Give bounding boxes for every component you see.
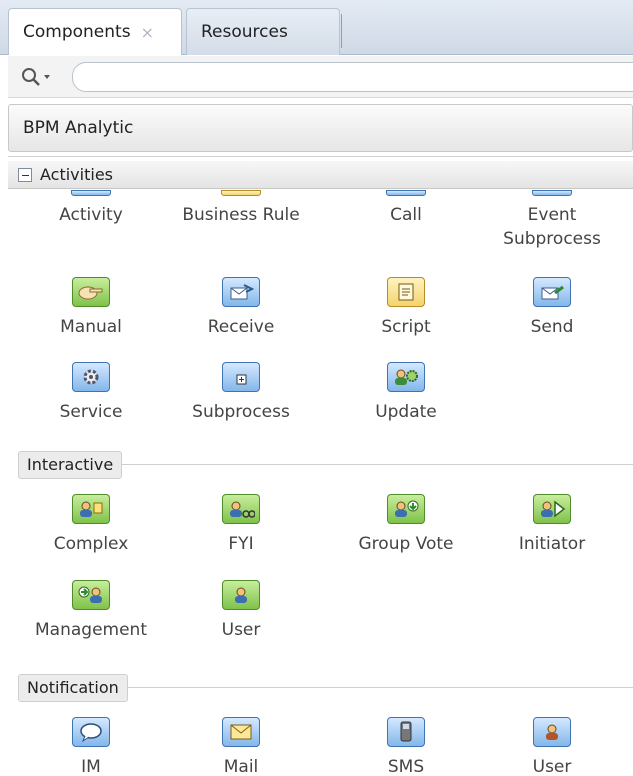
- mail-icon: [222, 717, 260, 747]
- search-input[interactable]: [72, 62, 633, 92]
- tab-components-label: Components: [23, 22, 131, 42]
- phone-icon: [387, 717, 425, 747]
- tab-components[interactable]: Components ×: [8, 8, 182, 55]
- update-user-icon: [387, 362, 425, 392]
- script-icon: [387, 277, 425, 307]
- palette-item-notify-user[interactable]: User: [477, 717, 627, 776]
- palette-item-event-subprocess[interactable]: Event Subprocess: [477, 195, 627, 251]
- palette-selector-value: BPM Analytic: [23, 118, 134, 138]
- item-label: Initiator: [518, 534, 586, 554]
- chat-bubble-icon: [72, 717, 110, 747]
- item-label: Send: [530, 317, 574, 337]
- item-label: Receive: [207, 317, 275, 337]
- palette-item-script[interactable]: Script: [331, 277, 481, 339]
- item-label: User: [221, 620, 261, 640]
- palette-item-update[interactable]: Update: [331, 362, 481, 424]
- item-label: SMS: [387, 757, 425, 776]
- search-icon: [22, 68, 50, 86]
- tab-bar: Components × Resources: [0, 0, 633, 55]
- tab-resources-label: Resources: [201, 22, 288, 42]
- tab-separator: [341, 14, 342, 48]
- palette-item-receive[interactable]: Receive: [166, 277, 316, 339]
- close-icon[interactable]: ×: [141, 23, 154, 42]
- collapse-icon[interactable]: [18, 167, 32, 182]
- palette-item-activity[interactable]: Activity: [16, 195, 166, 227]
- item-label: Management: [35, 620, 147, 640]
- item-label: Call: [390, 205, 422, 225]
- item-label: User: [532, 757, 572, 776]
- management-icon: [72, 580, 110, 610]
- palette-item-group-vote[interactable]: Group Vote: [331, 494, 481, 556]
- category-label: Notification: [27, 678, 119, 697]
- item-label: Complex: [53, 534, 129, 554]
- receive-envelope-icon: [222, 277, 260, 307]
- item-label: Event Subprocess: [503, 205, 601, 249]
- category-interactive: Interactive: [18, 451, 123, 479]
- palette-item-im[interactable]: IM: [16, 717, 166, 776]
- user-icon: [222, 580, 260, 610]
- palette-item-management[interactable]: Management: [16, 580, 166, 642]
- initiator-icon: [533, 494, 571, 524]
- item-label: Subprocess: [192, 402, 290, 422]
- item-label: Manual: [60, 317, 122, 337]
- search-options-button[interactable]: [20, 66, 70, 88]
- palette-item-complex[interactable]: Complex: [16, 494, 166, 556]
- palette-item-user[interactable]: User: [166, 580, 316, 642]
- palette-item-business-rule[interactable]: Business Rule: [166, 195, 316, 227]
- item-label: Activity: [59, 205, 123, 225]
- palette-item-send[interactable]: Send: [477, 277, 627, 339]
- item-label: Group Vote: [358, 534, 454, 554]
- palette-item-call[interactable]: Call: [331, 195, 481, 227]
- category-label: Interactive: [27, 455, 114, 474]
- category-notification: Notification: [18, 674, 128, 702]
- palette-item-sms[interactable]: SMS: [331, 717, 481, 776]
- palette-item-manual[interactable]: Manual: [16, 277, 166, 339]
- send-envelope-icon: [533, 277, 571, 307]
- gear-icon: [72, 362, 110, 392]
- subprocess-icon: [222, 362, 260, 392]
- activities-section-label: Activities: [40, 165, 113, 184]
- palette-item-service[interactable]: Service: [16, 362, 166, 424]
- fyi-user-icon: [222, 494, 260, 524]
- palette-selector[interactable]: BPM Analytic: [8, 104, 633, 152]
- activities-section-header[interactable]: Activities: [8, 161, 633, 189]
- item-label: Script: [381, 317, 431, 337]
- item-label: IM: [81, 757, 101, 776]
- item-label: Business Rule: [182, 205, 300, 225]
- item-label: Update: [375, 402, 437, 422]
- tab-resources[interactable]: Resources: [186, 8, 340, 55]
- palette-item-initiator[interactable]: Initiator: [477, 494, 627, 556]
- palette-item-subprocess[interactable]: Subprocess: [166, 362, 316, 424]
- palette-item-mail[interactable]: Mail: [166, 717, 316, 776]
- group-vote-icon: [387, 494, 425, 524]
- component-palette: Activities Activity Business Rule Call E…: [8, 156, 633, 776]
- search-row: [8, 56, 633, 98]
- hand-icon: [72, 277, 110, 307]
- item-label: Service: [59, 402, 123, 422]
- item-label: FYI: [228, 534, 254, 554]
- complex-user-icon: [72, 494, 110, 524]
- item-label: Mail: [223, 757, 259, 776]
- palette-item-fyi[interactable]: FYI: [166, 494, 316, 556]
- notify-user-icon: [533, 717, 571, 747]
